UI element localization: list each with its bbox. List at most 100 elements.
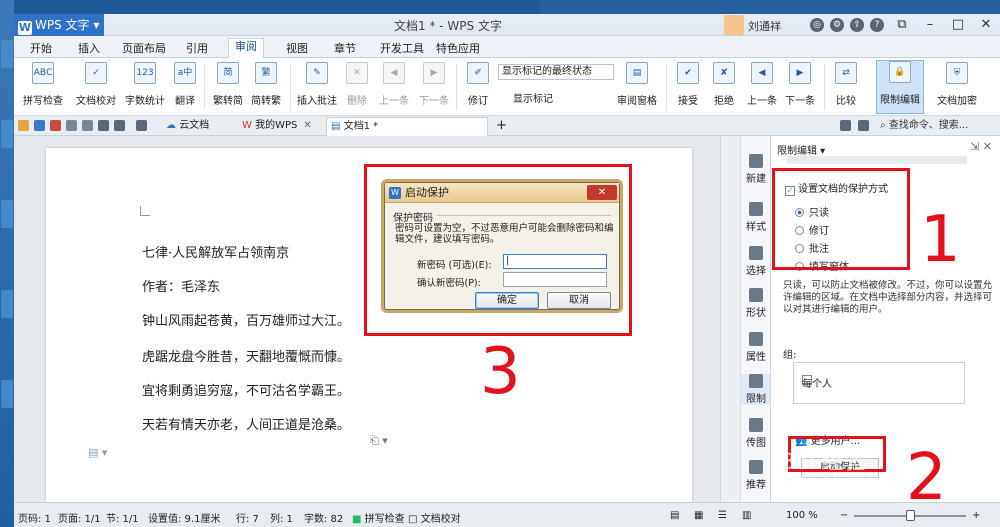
open-icon[interactable] [18, 120, 29, 131]
accept-button[interactable]: ✔ 接受 [672, 62, 704, 107]
divider [290, 64, 291, 110]
insert-comment-button[interactable]: ✎ 插入批注 [296, 62, 338, 107]
prev-comment-button[interactable]: ◀ 上一条 [376, 62, 412, 107]
undo-icon[interactable] [98, 120, 109, 131]
tab-dev-tools[interactable]: 开发工具 [374, 40, 430, 56]
redo-icon[interactable] [114, 120, 125, 131]
sidebar-item-properties[interactable]: 属性 [741, 332, 771, 363]
desktop-icon[interactable] [1, 40, 13, 68]
panel-title[interactable]: 限制编辑 ▾ [777, 142, 825, 157]
tab-doc1[interactable]: ▤ 文档1 * [326, 117, 488, 136]
sidebar-item-recommend[interactable]: 推荐 [741, 460, 771, 491]
close-icon[interactable]: ✕ [972, 14, 1000, 36]
close-icon[interactable]: ✕ [303, 120, 311, 131]
save-icon[interactable] [34, 120, 45, 131]
panel-collapse-strip[interactable] [720, 136, 740, 502]
delete-comment-button[interactable]: ✕ 删除 [342, 62, 372, 107]
avatar[interactable] [724, 15, 744, 35]
doc-line[interactable]: 天若有情天亦老，人间正道是沧桑。 [142, 414, 350, 433]
panel-controls[interactable]: ⇲ ✕ [970, 140, 992, 153]
translate-button[interactable]: a中 翻译 [170, 62, 200, 107]
prev-change-button[interactable]: ◀ 上一条 [744, 62, 780, 107]
trad-to-simp-button[interactable]: 简繁转简 [210, 62, 246, 107]
tab-view[interactable]: 视图 [280, 40, 314, 56]
comment-panel-icon[interactable] [840, 120, 851, 131]
print-icon[interactable] [50, 120, 61, 131]
desktop-icon[interactable] [1, 120, 13, 148]
doc-line[interactable]: 作者：毛泽东 [142, 276, 220, 295]
user-name: 刘通祥 [748, 20, 781, 33]
tab-chapter[interactable]: 章节 [328, 40, 362, 56]
doc-line[interactable]: 宜将剩勇追穷寇，不可沽名学霸王。 [142, 380, 350, 399]
word-count-button[interactable]: 123 字数统计 [122, 62, 168, 107]
review-pane-button[interactable]: ▤ 审阅窗格 [614, 62, 660, 107]
tab-insert[interactable]: 插入 [72, 40, 106, 56]
ribbon-review: ABC 拼写检查 ✓ 文档校对 123 字数统计 a中 翻译 简繁转简 繁简转繁 ✎ 插入… [14, 58, 1000, 116]
doc-line[interactable]: 七律·人民解放军占领南京 [142, 242, 289, 261]
spell-check-button[interactable]: ABC 拼写检查 [18, 62, 68, 107]
reject-button[interactable]: ✘ 拒绝 [708, 62, 740, 107]
sidebar-item-new[interactable]: 新建 [741, 154, 771, 185]
doc-line[interactable]: 虎踞龙盘今胜昔，天翻地覆慨而慷。 [142, 346, 350, 365]
next-comment-button[interactable]: ▶ 下一条 [416, 62, 452, 107]
preview-icon[interactable] [66, 120, 77, 131]
zoom-level[interactable]: 100 % [786, 510, 818, 521]
tab-review[interactable]: 审阅 [228, 38, 264, 59]
doc-line[interactable]: 钟山风雨起苍黄，百万雄师过大江。 [142, 310, 350, 329]
simp-to-trad-button[interactable]: 繁简转繁 [248, 62, 284, 107]
next-change-button[interactable]: ▶ 下一条 [782, 62, 818, 107]
doc-encrypt-button[interactable]: ⛨ 文档加密 [934, 62, 980, 107]
tab-start[interactable]: 开始 [24, 40, 58, 56]
status-doc-proof[interactable]: □ 文档校对 [408, 510, 461, 525]
help-icon[interactable]: ? [870, 18, 884, 32]
group-list[interactable]: 每个人 [793, 362, 965, 404]
format-icon[interactable] [82, 120, 93, 131]
desktop-icon[interactable] [1, 200, 13, 228]
tab-my-wps[interactable]: W 我的WPS ✕ [238, 117, 318, 136]
markup-state-select[interactable]: 显示标记的最终状态 [498, 64, 614, 80]
desktop-icon[interactable] [1, 290, 13, 318]
sidebar-item-shape[interactable]: 形状 [741, 288, 771, 319]
status-spell-check[interactable]: ■ 拼写检查 [352, 510, 405, 525]
restrict-edit-button[interactable]: 🔒 限制编辑 [876, 60, 924, 114]
sidebar-item-upload-image[interactable]: 传图 [741, 418, 771, 449]
view-outline-icon[interactable]: ☰ [718, 510, 727, 521]
desktop-icon[interactable] [1, 380, 13, 408]
panel-scrollbar[interactable] [787, 156, 967, 164]
revise-button[interactable]: ✐ 修订 [462, 62, 494, 107]
minimize-icon[interactable]: – [916, 14, 944, 36]
view-read-icon[interactable]: ▥ [742, 510, 751, 521]
zoom-out-icon[interactable]: − [840, 510, 848, 521]
title-bar: W WPS 文字 ▾ 文档1 * - WPS 文字 刘通祥 ◎ ⚙ ⇪ ? ⧉ –… [14, 14, 1000, 36]
sidebar-item-restrict[interactable]: 限制 [741, 374, 771, 405]
doc-proof-button[interactable]: ✓ 文档校对 [72, 62, 120, 107]
command-search[interactable]: ⌕ 查找命令、搜索... [880, 118, 998, 134]
skin-icon[interactable]: ◎ [810, 18, 824, 32]
new-tab-button[interactable]: + [492, 117, 513, 136]
sidebar-item-select[interactable]: 选择 [741, 246, 771, 277]
show-markup-button[interactable]: 显示标记 [498, 90, 568, 105]
customize-icon[interactable] [136, 120, 147, 131]
tab-reference[interactable]: 引用 [180, 40, 214, 56]
encrypt-icon: ⛨ [946, 62, 968, 84]
maximize-icon[interactable]: □ [944, 14, 972, 36]
zoom-in-icon[interactable]: + [972, 510, 980, 521]
doc-icon: ▤ [331, 121, 344, 132]
view-page-icon[interactable]: ▤ [670, 510, 679, 521]
tab-cloud-docs[interactable]: ☁ 云文档 [162, 117, 215, 136]
app-menu-button[interactable]: W WPS 文字 ▾ [14, 14, 104, 36]
compare-button[interactable]: ⇄ 比较 [830, 62, 862, 107]
protect-description: 只读，可以防止文档被修改。不过，你可以设置允许编辑的区域。在文档中选择部分内容，… [783, 280, 993, 315]
collapse-icon[interactable] [858, 120, 869, 131]
tab-page-layout[interactable]: 页面布局 [116, 40, 172, 56]
simp-trad-icon: 繁 [255, 62, 277, 84]
tab-special[interactable]: 特色应用 [430, 40, 486, 56]
share-icon[interactable]: ⇪ [850, 18, 864, 32]
view-web-icon[interactable]: ▦ [694, 510, 703, 521]
restore-icon[interactable]: ⧉ [888, 14, 916, 36]
clipboard-icon[interactable]: ⎗ ▾ [370, 434, 388, 448]
search-icon: ⌕ [880, 120, 889, 131]
settings-icon[interactable]: ⚙ [830, 18, 844, 32]
paste-options-icon[interactable]: ▤ ▾ [88, 446, 107, 459]
sidebar-item-style[interactable]: 样式 [741, 202, 771, 233]
